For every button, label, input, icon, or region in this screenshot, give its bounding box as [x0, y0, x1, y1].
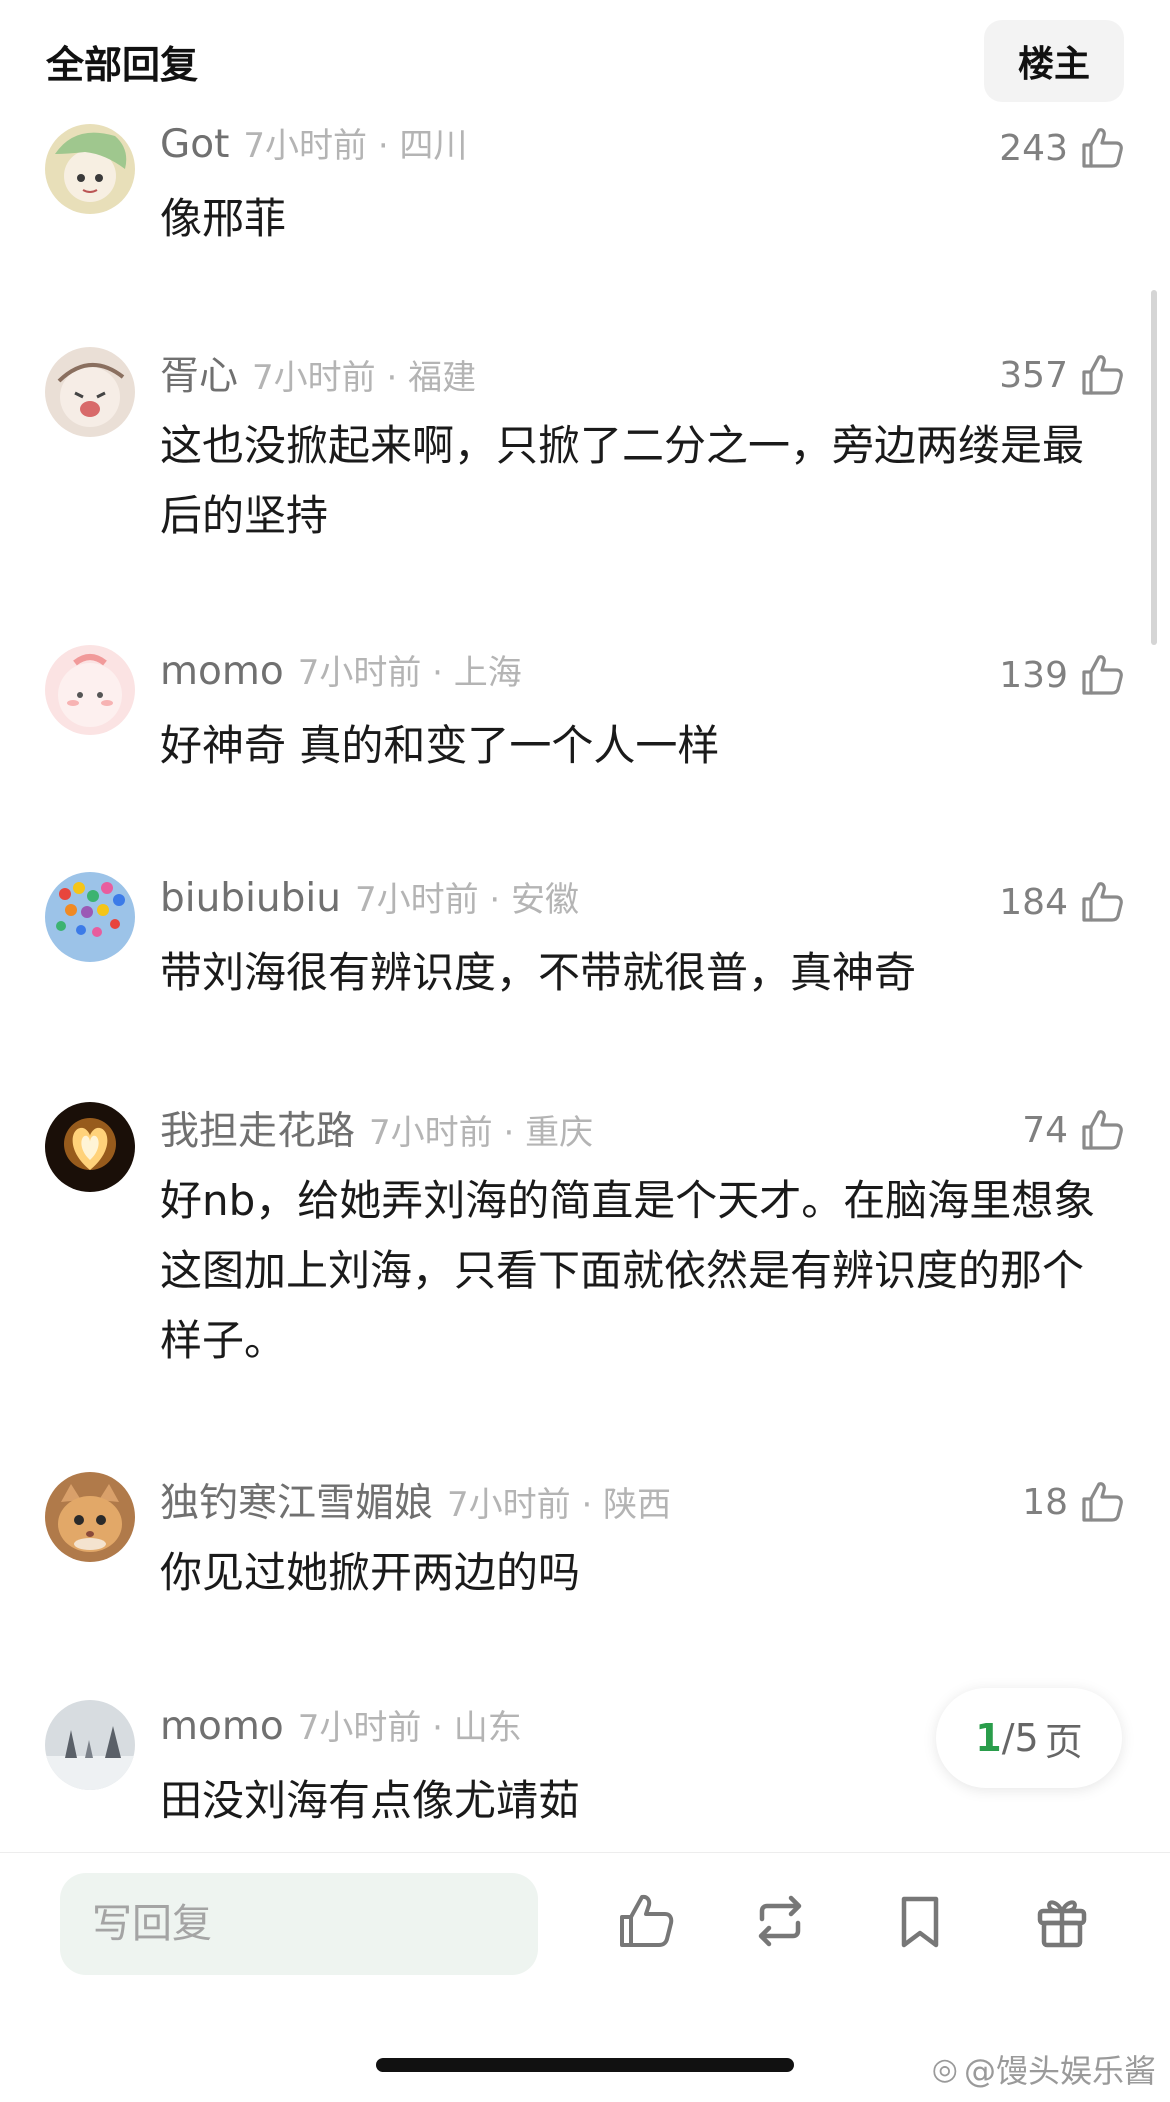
username[interactable]: 胥心	[160, 345, 238, 401]
watermark: ◎ @馒头娱乐酱	[932, 2046, 1156, 2092]
avatar[interactable]	[45, 124, 135, 214]
page-title: 全部回复	[46, 43, 199, 87]
comment-meta: 7小时前 · 陕西	[447, 1485, 672, 1525]
comment-text: 这也没掀起来啊，只掀了二分之一，旁边两缕是最后的坚持	[160, 421, 1085, 540]
avatar[interactable]	[45, 347, 135, 437]
thumbs-up-icon[interactable]	[1078, 124, 1126, 172]
like-button[interactable]: 139	[999, 645, 1126, 705]
page-indicator[interactable]: 1 /5 页	[936, 1688, 1122, 1788]
home-indicator[interactable]	[376, 2058, 794, 2072]
avatar[interactable]	[45, 645, 135, 735]
like-button[interactable]: 74	[1022, 1100, 1126, 1160]
avatar[interactable]	[45, 1472, 135, 1562]
comment-text: 像邢菲	[160, 194, 287, 243]
thumbs-up-icon[interactable]	[1078, 351, 1126, 399]
like-button[interactable]: 18	[1022, 1472, 1126, 1532]
avatar[interactable]	[45, 1700, 135, 1790]
comment-meta: 7小时前 · 福建	[252, 358, 477, 398]
like-count: 18	[1022, 1481, 1068, 1523]
comment-meta: 7小时前 · 山东	[297, 1708, 522, 1748]
like-count: 74	[1022, 1109, 1068, 1151]
username[interactable]: 独钓寒江雪媚娘	[160, 1472, 433, 1528]
like-button[interactable]: 184	[999, 872, 1126, 932]
comment-meta: 7小时前 · 四川	[243, 126, 468, 166]
total-pages: /5	[1001, 1716, 1039, 1760]
username[interactable]: 我担走花路	[160, 1100, 355, 1156]
watermark-text: @馒头娱乐酱	[963, 2052, 1156, 2090]
scrollbar[interactable]	[1151, 290, 1157, 645]
comment-text: 好神奇 真的和变了一个人一样	[160, 721, 720, 770]
comment-meta: 7小时前 · 安徽	[354, 880, 579, 920]
thumbs-up-icon[interactable]	[1078, 878, 1126, 926]
comment-text: 带刘海很有辨识度，不带就很普，真神奇	[160, 948, 917, 997]
comment-meta: 7小时前 · 重庆	[369, 1113, 594, 1153]
like-count: 357	[999, 354, 1068, 396]
bookmark-icon[interactable]	[888, 1889, 952, 1953]
thumbs-up-icon[interactable]	[1078, 1106, 1126, 1154]
username[interactable]: momo	[160, 649, 284, 694]
like-count: 184	[999, 881, 1068, 923]
like-count: 243	[999, 127, 1068, 169]
like-button[interactable]: 357	[999, 345, 1126, 405]
gift-icon[interactable]	[1030, 1889, 1094, 1953]
username[interactable]: momo	[160, 1704, 284, 1749]
weibo-logo-icon: ◎	[931, 2051, 958, 2087]
like-count: 139	[999, 654, 1068, 696]
comment-text: 好nb，给她弄刘海的简直是个天才。在脑海里想象这图加上刘海，只看下面就依然是有辨…	[160, 1176, 1096, 1365]
avatar[interactable]	[45, 872, 135, 962]
reply-input[interactable]	[60, 1873, 538, 1975]
thumbs-up-icon[interactable]	[1078, 651, 1126, 699]
comment-meta: 7小时前 · 上海	[297, 653, 522, 693]
repost-icon[interactable]	[748, 1889, 812, 1953]
thumbs-up-icon[interactable]	[1078, 1478, 1126, 1526]
comment-text: 你见过她掀开两边的吗	[160, 1548, 581, 1597]
avatar[interactable]	[45, 1102, 135, 1192]
op-only-button[interactable]: 楼主	[984, 20, 1124, 102]
username[interactable]: Got	[160, 122, 229, 167]
like-icon[interactable]	[614, 1889, 678, 1953]
username[interactable]: biubiubiu	[160, 876, 341, 921]
current-page: 1	[975, 1716, 1002, 1760]
like-button[interactable]: 243	[999, 118, 1126, 178]
page-unit: 页	[1044, 1719, 1083, 1764]
